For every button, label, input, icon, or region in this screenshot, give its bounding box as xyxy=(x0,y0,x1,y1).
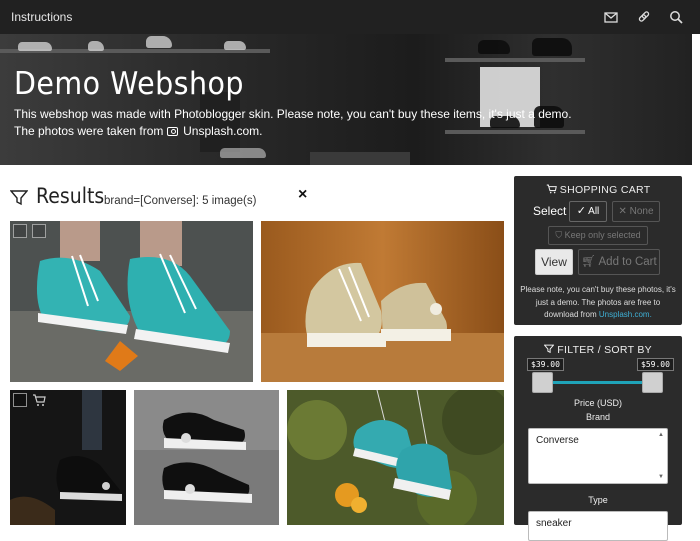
type-option[interactable]: sneaker xyxy=(536,518,660,529)
cart-icon xyxy=(546,184,557,194)
price-min-handle[interactable] xyxy=(532,372,553,393)
envelope-icon[interactable] xyxy=(603,9,619,25)
link-icon[interactable] xyxy=(636,9,652,25)
type-label: Type xyxy=(588,495,608,505)
x-icon: ✕ xyxy=(618,206,627,217)
select-all-button[interactable]: ✓ All xyxy=(569,201,607,222)
filter-icon: ⛉ xyxy=(555,230,563,240)
filter-icon xyxy=(10,190,28,206)
brand-label: Brand xyxy=(585,412,611,422)
select-label: Select xyxy=(533,204,567,218)
product-photo[interactable] xyxy=(134,390,279,525)
product-photo[interactable] xyxy=(10,221,253,382)
unsplash-link[interactable]: Unsplash.com. xyxy=(599,310,652,319)
type-listbox[interactable]: sneaker xyxy=(528,511,668,541)
filter-sort-title: FILTER / SORT BY xyxy=(514,344,682,356)
filter-icon xyxy=(543,344,555,354)
shopping-cart-title: SHOPPING CART xyxy=(514,184,682,196)
teal-sneakers-on-feet-image xyxy=(10,221,253,382)
cart-disclaimer: Please note, you can't buy these photos,… xyxy=(520,285,676,319)
brand-option[interactable]: Converse xyxy=(536,435,660,446)
brand-listbox[interactable]: Converse ▲ ▼ xyxy=(528,428,668,484)
price-label: Price (USD) xyxy=(573,398,622,408)
black-sneakers-dark-image xyxy=(10,390,126,525)
filter-sort-panel: FILTER / SORT BY $39.00 $59.00 Price (US… xyxy=(514,336,682,541)
add-to-cart-icon[interactable] xyxy=(32,224,46,238)
shopping-cart-panel: SHOPPING CART Select ✓ All ✕ None ⛉ Keep… xyxy=(514,176,682,325)
clear-filter-button[interactable]: × xyxy=(298,186,307,204)
page-title: Demo Webshop xyxy=(14,66,244,102)
active-filter-info: brand=[Converse]: 5 image(s) xyxy=(104,195,257,207)
hero-line-2-prefix: The photos were taken from xyxy=(14,124,164,138)
results-title: Results xyxy=(36,184,105,208)
hero-line-2: The photos were taken from Unsplash.com. xyxy=(14,123,572,140)
price-max-handle[interactable] xyxy=(642,372,663,393)
price-max-tag: $59.00 xyxy=(637,358,674,371)
search-icon[interactable] xyxy=(668,9,684,25)
keep-only-selected-button[interactable]: ⛉ Keep only selected xyxy=(548,226,648,245)
unsplash-link[interactable]: Unsplash.com. xyxy=(183,124,262,138)
hanging-teal-sneakers-image xyxy=(287,390,504,525)
product-photo[interactable] xyxy=(10,390,126,525)
hero-description: This webshop was made with Photoblogger … xyxy=(14,106,572,140)
product-photo[interactable] xyxy=(287,390,504,525)
hero-line-1: This webshop was made with Photoblogger … xyxy=(14,107,572,121)
cart-plus-icon: 🛒︎ xyxy=(581,256,596,268)
black-sneakers-concrete-image xyxy=(134,390,279,525)
hero-banner: Demo Webshop This webshop was made with … xyxy=(0,34,692,165)
price-slider-track xyxy=(542,381,654,384)
camera-icon xyxy=(166,127,178,136)
select-checkbox[interactable] xyxy=(13,224,27,238)
product-photo[interactable] xyxy=(261,221,504,382)
add-to-cart-button[interactable]: 🛒︎ Add to Cart xyxy=(578,249,660,275)
top-navigation-bar: Instructions xyxy=(0,0,700,34)
select-none-button[interactable]: ✕ None xyxy=(612,201,660,222)
check-icon: ✓ xyxy=(576,205,586,217)
price-min-tag: $39.00 xyxy=(527,358,564,371)
beige-sneakers-image xyxy=(261,221,504,382)
menu-instructions[interactable]: Instructions xyxy=(11,10,72,24)
add-to-cart-icon[interactable] xyxy=(32,393,46,407)
scroll-down-icon[interactable]: ▼ xyxy=(658,474,664,480)
view-cart-button[interactable]: View xyxy=(535,249,573,275)
select-checkbox[interactable] xyxy=(13,393,27,407)
scroll-up-icon[interactable]: ▲ xyxy=(658,432,664,438)
